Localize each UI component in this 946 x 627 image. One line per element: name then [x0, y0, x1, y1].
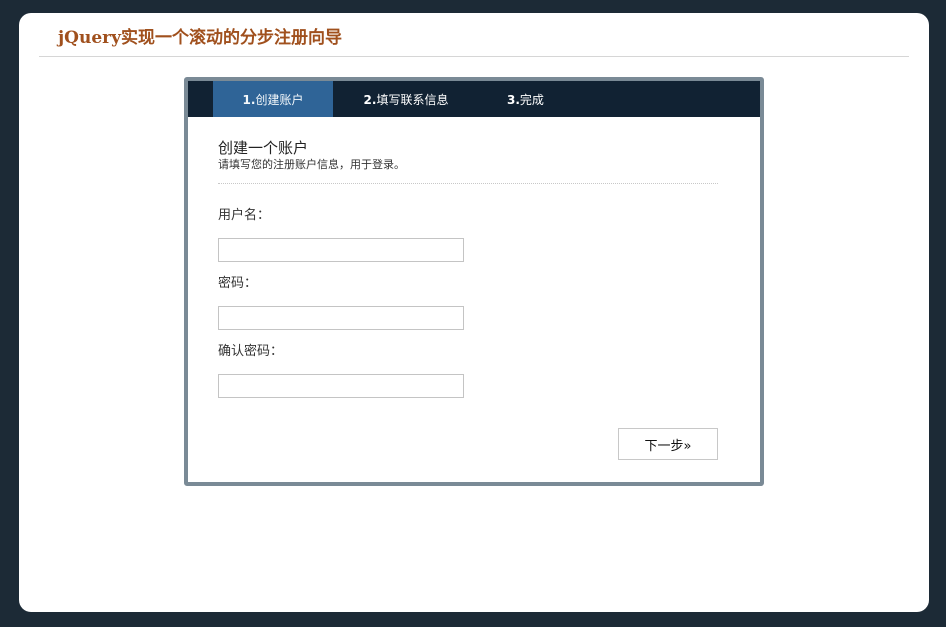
tab-number: 1.	[242, 93, 256, 107]
tab-number: 2.	[363, 93, 377, 107]
tab-contact-info[interactable]: 2.填写联系信息	[346, 81, 466, 117]
header-divider	[39, 56, 909, 57]
registration-wizard: 1.创建账户 2.填写联系信息 3.完成 创建一个账户 请填写您的注册账户信息，…	[184, 77, 764, 486]
tab-number: 3.	[507, 93, 520, 107]
page-card: jQuery实现一个滚动的分步注册向导 1.创建账户 2.填写联系信息 3.完成…	[19, 13, 929, 612]
wizard-step-tabs: 1.创建账户 2.填写联系信息 3.完成	[188, 81, 760, 117]
tab-label: 填写联系信息	[376, 93, 449, 107]
step-description: 请填写您的注册账户信息，用于登录。	[218, 158, 405, 171]
password-input[interactable]	[218, 306, 464, 330]
tab-label: 创建账户	[255, 93, 304, 107]
tab-label: 完成	[519, 93, 544, 107]
tab-create-account[interactable]: 1.创建账户	[213, 81, 333, 117]
step-divider	[218, 183, 718, 184]
step-title: 创建一个账户	[218, 139, 309, 157]
confirm-password-label: 确认密码：	[218, 344, 284, 359]
next-step-button[interactable]: 下一步»	[618, 428, 718, 460]
password-label: 密码：	[218, 276, 258, 291]
confirm-password-input[interactable]	[218, 374, 464, 398]
username-input[interactable]	[218, 238, 464, 262]
username-label: 用户名：	[218, 208, 271, 223]
page-title: jQuery实现一个滚动的分步注册向导	[58, 28, 342, 48]
tab-complete[interactable]: 3.完成	[481, 81, 571, 117]
